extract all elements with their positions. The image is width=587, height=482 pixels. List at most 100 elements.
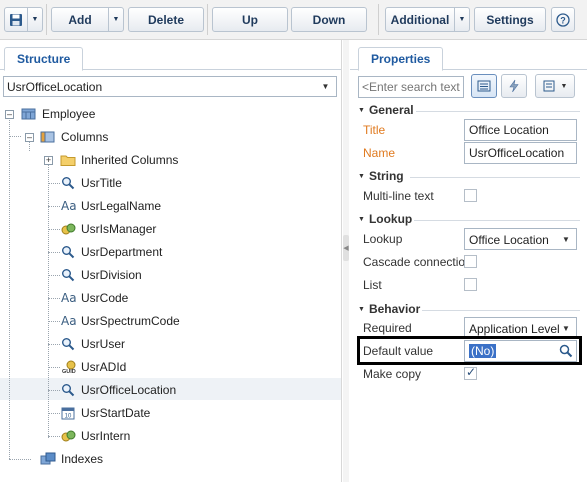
title-input[interactable] (464, 119, 577, 141)
default-value-highlight (357, 336, 582, 365)
additional-menu-chevron-icon[interactable]: ▼ (454, 7, 470, 32)
properties-menu-icon (543, 80, 555, 92)
save-button[interactable] (4, 7, 28, 32)
tree-node-column[interactable]: Aa UsrSpectrumCode (61, 310, 180, 331)
tree-connector (48, 413, 60, 414)
boolean-icon (61, 222, 77, 236)
tree-node-label: Columns (61, 129, 109, 144)
section-string[interactable]: ▼ String (358, 169, 404, 183)
save-menu-chevron-icon[interactable]: ▼ (27, 7, 43, 32)
chevron-down-icon[interactable]: ▼ (557, 230, 575, 248)
name-input[interactable] (464, 142, 577, 164)
tab-properties[interactable]: Properties (358, 47, 444, 71)
list-label: List (363, 278, 382, 292)
make-copy-checkbox[interactable] (464, 365, 477, 380)
lookup-icon (61, 268, 77, 282)
tree-node-label: UsrSpectrumCode (81, 313, 180, 328)
tree-node-column[interactable]: Aa UsrLegalName (61, 195, 161, 216)
save-icon (10, 13, 22, 26)
lookup-select[interactable]: Office Location ▼ (464, 228, 577, 250)
help-icon: ? (556, 12, 570, 27)
section-lookup[interactable]: ▼ Lookup (358, 212, 412, 226)
tree-node-label: Indexes (61, 451, 104, 466)
tab-structure-label: Structure (17, 52, 71, 66)
delete-button[interactable]: Delete (128, 7, 204, 32)
schema-select[interactable]: UsrOfficeLocation ▼ (3, 76, 337, 97)
tree-connector (48, 321, 60, 322)
multiline-label: Multi-line text (363, 189, 434, 203)
tab-structure[interactable]: Structure (4, 47, 84, 71)
tree-node-label: UsrDepartment (81, 244, 163, 259)
tree-node-column[interactable]: UsrIsManager (61, 218, 156, 239)
collapse-employee-toggle[interactable]: – (5, 110, 14, 119)
down-button[interactable]: Down (291, 7, 367, 32)
lookup-icon (61, 245, 77, 259)
panel-splitter[interactable]: ◀ (343, 40, 349, 482)
up-button[interactable]: Up (212, 7, 288, 32)
tree-node-column[interactable]: UsrUser (61, 333, 125, 354)
section-behavior[interactable]: ▼ Behavior (358, 302, 420, 316)
tree-node-indexes[interactable]: Indexes (40, 448, 103, 469)
collapse-triangle-icon: ▼ (358, 106, 365, 114)
tree-node-column[interactable]: GUID UsrADId (61, 356, 126, 377)
name-label: Name (363, 146, 396, 160)
additional-button[interactable]: Additional (385, 7, 455, 32)
section-divider (414, 220, 580, 221)
columns-icon (40, 131, 55, 142)
add-button-label: Add (68, 12, 92, 27)
section-divider (416, 111, 580, 112)
collapse-triangle-icon: ▼ (358, 215, 365, 223)
lightning-icon (509, 79, 519, 93)
chevron-down-icon[interactable]: ▼ (557, 319, 575, 337)
collapse-triangle-icon: ▼ (358, 305, 365, 313)
structure-tabstrip: Structure (0, 40, 341, 71)
make-copy-label: Make copy (363, 367, 422, 381)
tree-node-column[interactable]: 10 UsrStartDate (61, 402, 150, 423)
tree-connector (48, 436, 60, 437)
cascade-checkbox[interactable] (464, 255, 477, 268)
tree-node-label: UsrIsManager (81, 221, 157, 236)
tree-node-column[interactable]: UsrDepartment (61, 241, 162, 262)
toolbar-divider (46, 4, 47, 35)
title-label: Title (363, 123, 386, 137)
property-menu-button[interactable]: ▼ (535, 74, 575, 98)
add-button[interactable]: Add (51, 7, 109, 32)
collapse-columns-toggle[interactable]: – (25, 133, 34, 142)
tree-connector (48, 367, 60, 368)
splitter-grip-icon[interactable]: ◀ (343, 235, 349, 261)
list-checkbox[interactable] (464, 278, 477, 291)
property-search-input[interactable] (358, 76, 464, 98)
svg-text:10: 10 (65, 413, 72, 419)
list-view-icon (477, 80, 491, 92)
tree-connector (48, 206, 60, 207)
up-button-label: Up (242, 12, 258, 27)
tree-node-column[interactable]: UsrDivision (61, 264, 142, 285)
section-string-title: String (368, 169, 404, 183)
tree-connector (48, 298, 60, 299)
tree-connector (48, 344, 60, 345)
tree-node-columns[interactable]: Columns (40, 126, 108, 147)
chevron-down-icon[interactable]: ▼ (317, 78, 334, 95)
expand-inherited-toggle[interactable]: + (44, 156, 53, 165)
tree-node-label: UsrIntern (81, 428, 131, 443)
events-button[interactable] (501, 74, 527, 98)
tree-node-employee[interactable]: Employee (21, 103, 95, 124)
settings-button[interactable]: Settings (474, 7, 546, 32)
svg-text:?: ? (560, 15, 566, 25)
tree-node-column[interactable]: UsrTitle (61, 172, 122, 193)
help-button[interactable]: ? (551, 7, 575, 32)
tree-node-column[interactable]: UsrOfficeLocation (61, 379, 176, 400)
tree-node-label: UsrStartDate (81, 405, 151, 420)
collapse-triangle-icon: ▼ (358, 172, 365, 180)
table-object-icon (21, 108, 36, 119)
list-view-button[interactable] (471, 74, 497, 98)
multiline-checkbox[interactable] (464, 189, 477, 202)
tree-node-column[interactable]: UsrIntern (61, 425, 130, 446)
text-icon: Aa (61, 198, 77, 213)
add-menu-chevron-icon[interactable]: ▼ (108, 7, 124, 32)
text-icon: Aa (61, 290, 77, 305)
tree-node-column[interactable]: Aa UsrCode (61, 287, 128, 308)
section-general[interactable]: ▼ General (358, 103, 414, 117)
tree-connector (9, 117, 10, 459)
tree-node-inherited-columns[interactable]: Inherited Columns (60, 149, 178, 170)
